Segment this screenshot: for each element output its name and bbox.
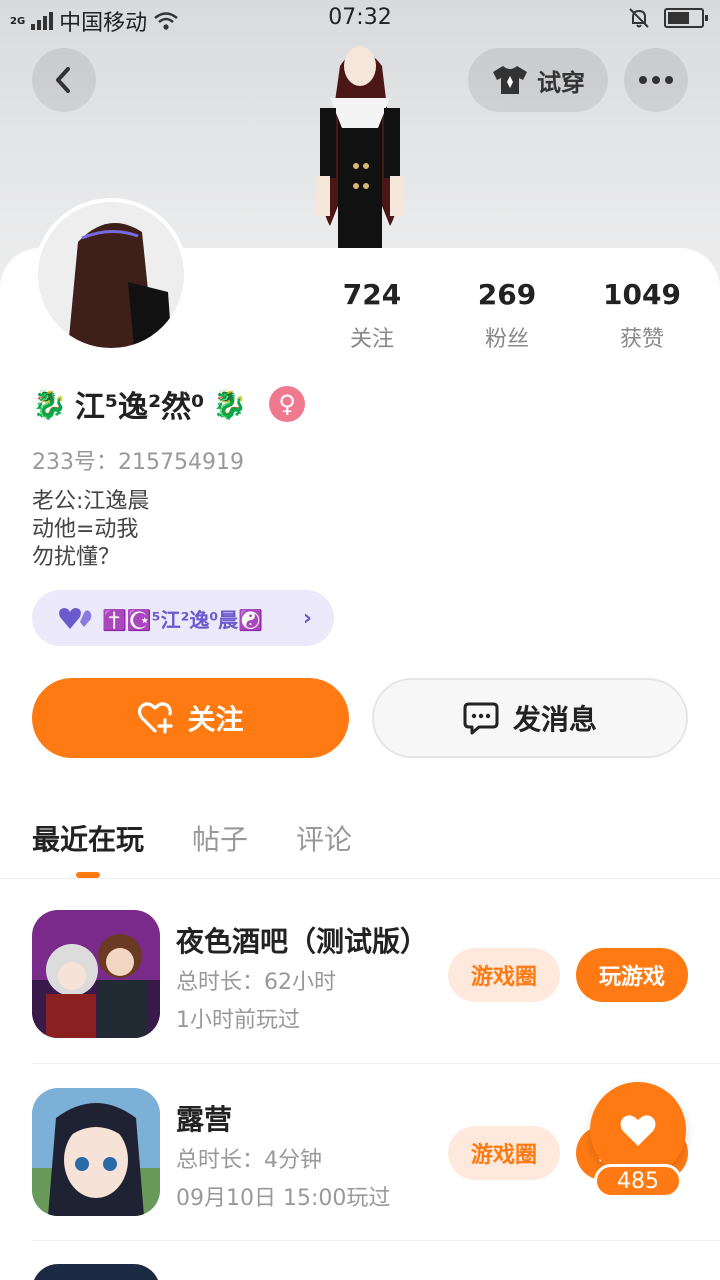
stat-label: 关注 <box>349 327 394 352</box>
try-on-button[interactable]: 试穿 <box>468 48 608 112</box>
chat-icon <box>463 702 499 735</box>
female-icon: ♀ <box>269 386 306 422</box>
stat-value: 724 <box>342 278 402 311</box>
follow-label: 关注 <box>187 703 244 736</box>
play-game-button[interactable]: 玩游戏 <box>576 948 688 1002</box>
game-circle-button[interactable]: 游戏圈 <box>448 1126 560 1180</box>
like-count: 485 <box>594 1164 682 1198</box>
heart-icon <box>620 1115 656 1146</box>
follow-button[interactable]: 关注 <box>32 678 349 758</box>
avatar-image <box>38 202 184 348</box>
game-name: 夜色酒吧（测试版） <box>176 925 429 958</box>
mute-bell-icon <box>629 8 649 28</box>
couple-tag[interactable]: ✝️☪️⁵江²逸⁰晨☯️ › <box>32 590 334 646</box>
battery-icon <box>664 8 708 28</box>
profile-stats: 724 关注 269 粉丝 1049 获赞 <box>300 278 720 353</box>
row-divider <box>32 1063 720 1064</box>
bio: 老公:江逸晨 动他=动我 勿扰懂？ <box>32 488 149 572</box>
back-button[interactable] <box>32 48 96 112</box>
message-button[interactable]: 发消息 <box>372 678 688 758</box>
profile-tabs: 最近在玩 帖子 评论 <box>32 818 352 858</box>
status-bar: 2G 中国移动 07:32 <box>0 0 720 38</box>
dragon-icon: 🐉 <box>32 387 67 421</box>
dragon-icon: 🐉 <box>212 387 248 421</box>
character-figure <box>316 46 404 248</box>
game-circle-button[interactable]: 游戏圈 <box>448 948 560 1002</box>
bio-line: 勿扰懂？ <box>32 545 121 570</box>
stat-fans[interactable]: 269 粉丝 <box>439 278 575 353</box>
game-list-item[interactable]: 夜色酒吧（测试版） 总时长：62小时 1小时前玩过 游戏圈 玩游戏 <box>32 910 720 1086</box>
clock: 07:32 <box>328 5 392 30</box>
game-icon[interactable] <box>32 910 160 1038</box>
avatar[interactable] <box>34 198 188 352</box>
chevron-right-icon: › <box>302 605 312 631</box>
bio-line: 动他=动我 <box>32 517 139 542</box>
user-name: 江⁵逸²然⁰ <box>74 390 205 425</box>
shirt-icon <box>493 66 527 94</box>
row-divider <box>32 1240 720 1241</box>
stat-value: 269 <box>477 278 537 311</box>
stat-label: 粉丝 <box>484 327 529 352</box>
tab-comments[interactable]: 评论 <box>296 818 352 858</box>
game-duration: 总时长：4分钟 <box>176 1148 322 1173</box>
game-duration: 总时长：62小时 <box>176 970 336 995</box>
game-icon[interactable] <box>32 1264 160 1280</box>
stat-label: 获赞 <box>619 327 664 352</box>
game-cover-image <box>32 1088 160 1216</box>
tab-recently-played[interactable]: 最近在玩 <box>32 818 144 858</box>
try-on-label: 试穿 <box>537 68 585 97</box>
double-heart-icon <box>59 608 92 629</box>
stat-value: 1049 <box>603 278 681 311</box>
heart-plus-icon <box>138 702 174 734</box>
name-row: 🐉 江⁵逸²然⁰ 🐉 ♀ <box>32 382 306 426</box>
couple-tag-text: ✝️☪️⁵江²逸⁰晨☯️ <box>102 607 263 632</box>
user-id: 233号：215754919 <box>32 450 244 475</box>
tabs-divider <box>0 878 720 879</box>
game-cover-image <box>32 910 160 1038</box>
game-icon[interactable] <box>32 1088 160 1216</box>
game-last-played: 09月10日 15:00玩过 <box>176 1186 391 1211</box>
more-button[interactable] <box>624 48 688 112</box>
message-label: 发消息 <box>512 703 597 736</box>
chevron-left-icon <box>56 67 70 93</box>
stat-likes[interactable]: 1049 获赞 <box>574 278 710 353</box>
more-dot-icon <box>639 76 647 84</box>
tab-posts[interactable]: 帖子 <box>192 818 248 858</box>
game-last-played: 1小时前玩过 <box>176 1008 300 1033</box>
stat-following[interactable]: 724 关注 <box>304 278 440 353</box>
game-name: 露营 <box>176 1103 233 1136</box>
bio-line: 老公:江逸晨 <box>32 489 150 514</box>
